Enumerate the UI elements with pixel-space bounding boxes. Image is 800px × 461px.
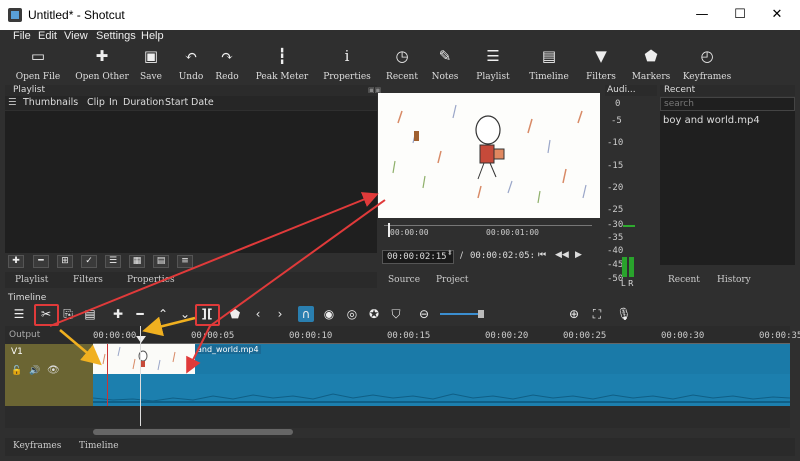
red-arrow-to-player bbox=[49, 192, 379, 327]
red-arrow-to-clip-upper bbox=[209, 199, 386, 327]
bottom-tabs: Keyframes Timeline bbox=[5, 438, 795, 456]
yellow-arrow-to-playhead bbox=[142, 316, 196, 337]
tab-timeline[interactable]: Timeline bbox=[79, 441, 119, 451]
tab-keyframes[interactable]: Keyframes bbox=[13, 441, 61, 451]
yellow-arrow-to-track bbox=[59, 329, 102, 366]
red-arrow-to-clip bbox=[186, 325, 211, 374]
annotation-arrows bbox=[49, 192, 386, 374]
